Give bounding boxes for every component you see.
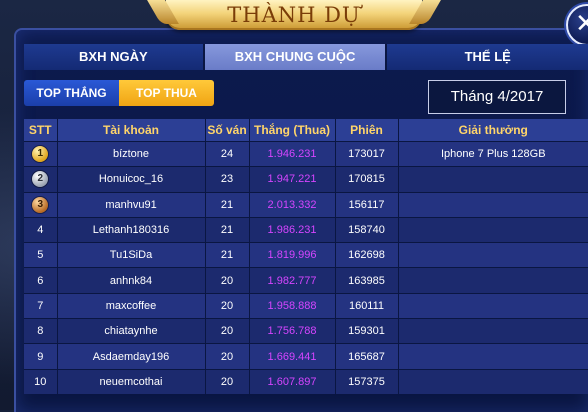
close-icon: ✕ <box>575 9 588 39</box>
cell-stt: 4 <box>24 216 58 243</box>
bronze-medal-icon: 3 <box>32 196 49 213</box>
table-row: 9 Asdaemday196 20 1.669.441 165687 <box>24 343 588 370</box>
cell-prize <box>398 343 588 370</box>
cell-score: 1.958.888 <box>249 292 336 319</box>
table-row: 5 Tu1SiDa 21 1.819.996 162698 <box>24 242 588 268</box>
cell-score: 1.819.996 <box>249 242 336 268</box>
cell-stt: 7 <box>24 292 58 319</box>
table-row: 4 Lethanh180316 21 1.986.231 158740 <box>24 216 588 243</box>
cell-account: maxcoffee <box>57 292 206 319</box>
cell-stt: 1 <box>24 140 58 167</box>
cell-stt: 8 <box>24 318 58 344</box>
gold-medal-icon: 1 <box>32 146 49 163</box>
cell-stt: 5 <box>24 242 58 268</box>
month-selector[interactable]: Tháng 4/2017 <box>428 80 566 114</box>
cell-stt: 10 <box>24 368 58 394</box>
cell-score: 1.986.231 <box>249 216 336 243</box>
cell-session: 163985 <box>335 267 399 294</box>
cell-games: 20 <box>205 368 250 394</box>
cell-games: 21 <box>205 242 250 268</box>
table-row: 2 Honuicoc_16 23 1.947.221 170815 <box>24 166 588 193</box>
cell-session: 173017 <box>335 140 399 167</box>
page-title: THÀNH DỰ <box>227 3 361 27</box>
cell-prize <box>398 216 588 243</box>
table-row: 1 bíztone 24 1.946.231 173017 Iphone 7 Plus 1… <box>24 140 588 167</box>
tab-daily-ranking[interactable]: BXH NGÀY <box>24 44 205 70</box>
cell-prize <box>398 292 588 319</box>
cell-prize <box>398 267 588 294</box>
cell-session: 170815 <box>335 166 399 193</box>
cell-account: bíztone <box>57 140 206 167</box>
subtab-top-lose[interactable]: TOP THUA <box>119 80 214 106</box>
table-row: 7 maxcoffee 20 1.958.888 160111 <box>24 292 588 319</box>
cell-games: 20 <box>205 318 250 344</box>
table-row: 3 manhvu91 21 2.013.332 156117 <box>24 191 588 218</box>
cell-account: neuemcothai <box>57 368 206 394</box>
cell-score: 1.947.221 <box>249 166 336 193</box>
column-header-account: Tài khoản <box>57 119 206 142</box>
cell-prize <box>398 166 588 193</box>
cell-stt: 3 <box>24 191 58 218</box>
cell-prize: Iphone 7 Plus 128GB <box>398 140 588 167</box>
cell-stt: 9 <box>24 343 58 370</box>
silver-medal-icon: 2 <box>32 171 49 188</box>
cell-score: 1.946.231 <box>249 140 336 167</box>
cell-score: 1.756.788 <box>249 318 336 344</box>
cell-stt: 2 <box>24 166 58 193</box>
cell-account: anhnk84 <box>57 267 206 294</box>
subtab-top-win[interactable]: TOP THẮNG <box>24 80 119 106</box>
cell-session: 162698 <box>335 242 399 268</box>
column-header-stt: STT <box>24 119 58 142</box>
tab-rules[interactable]: THỂ LỆ <box>387 44 588 70</box>
cell-prize <box>398 191 588 218</box>
table-row: 6 anhnk84 20 1.982.777 163985 <box>24 267 588 294</box>
cell-games: 20 <box>205 343 250 370</box>
cell-account: Asdaemday196 <box>57 343 206 370</box>
cell-prize <box>398 318 588 344</box>
cell-account: Honuicoc_16 <box>57 166 206 193</box>
cell-games: 23 <box>205 166 250 193</box>
cell-account: Tu1SiDa <box>57 242 206 268</box>
cell-prize <box>398 242 588 268</box>
cell-score: 2.013.332 <box>249 191 336 218</box>
cell-account: chiataynhe <box>57 318 206 344</box>
cell-games: 21 <box>205 191 250 218</box>
cell-session: 160111 <box>335 292 399 319</box>
cell-score: 1.669.441 <box>249 343 336 370</box>
cell-stt: 6 <box>24 267 58 294</box>
cell-session: 159301 <box>335 318 399 344</box>
cell-games: 24 <box>205 140 250 167</box>
table-row: 10 neuemcothai 20 1.607.897 157375 <box>24 368 588 394</box>
cell-account: manhvu91 <box>57 191 206 218</box>
cell-account: Lethanh180316 <box>57 216 206 243</box>
column-header-session: Phiên <box>335 119 399 142</box>
tab-final-ranking[interactable]: BXH CHUNG CUỘC <box>204 44 388 70</box>
table-row: 8 chiataynhe 20 1.756.788 159301 <box>24 318 588 344</box>
column-header-score: Thắng (Thua) <box>249 119 336 142</box>
cell-games: 20 <box>205 292 250 319</box>
cell-session: 157375 <box>335 368 399 394</box>
cell-session: 156117 <box>335 191 399 218</box>
cell-prize <box>398 368 588 394</box>
cell-session: 158740 <box>335 216 399 243</box>
leaderboard-table: STT Tài khoản Số ván Thắng (Thua) Phiên … <box>24 119 588 394</box>
cell-score: 1.607.897 <box>249 368 336 394</box>
tab-bar: BXH NGÀY BXH CHUNG CUỘC THỂ LỆ <box>24 44 588 70</box>
subtab-bar: TOP THẮNG TOP THUA <box>24 80 214 106</box>
cell-games: 21 <box>205 216 250 243</box>
table-header-row: STT Tài khoản Số ván Thắng (Thua) Phiên … <box>24 119 588 142</box>
cell-games: 20 <box>205 267 250 294</box>
cell-score: 1.982.777 <box>249 267 336 294</box>
title-plate: THÀNH DỰ <box>166 0 422 30</box>
cell-session: 165687 <box>335 343 399 370</box>
column-header-prize: Giải thưởng <box>398 119 588 142</box>
column-header-games: Số ván <box>205 119 250 142</box>
